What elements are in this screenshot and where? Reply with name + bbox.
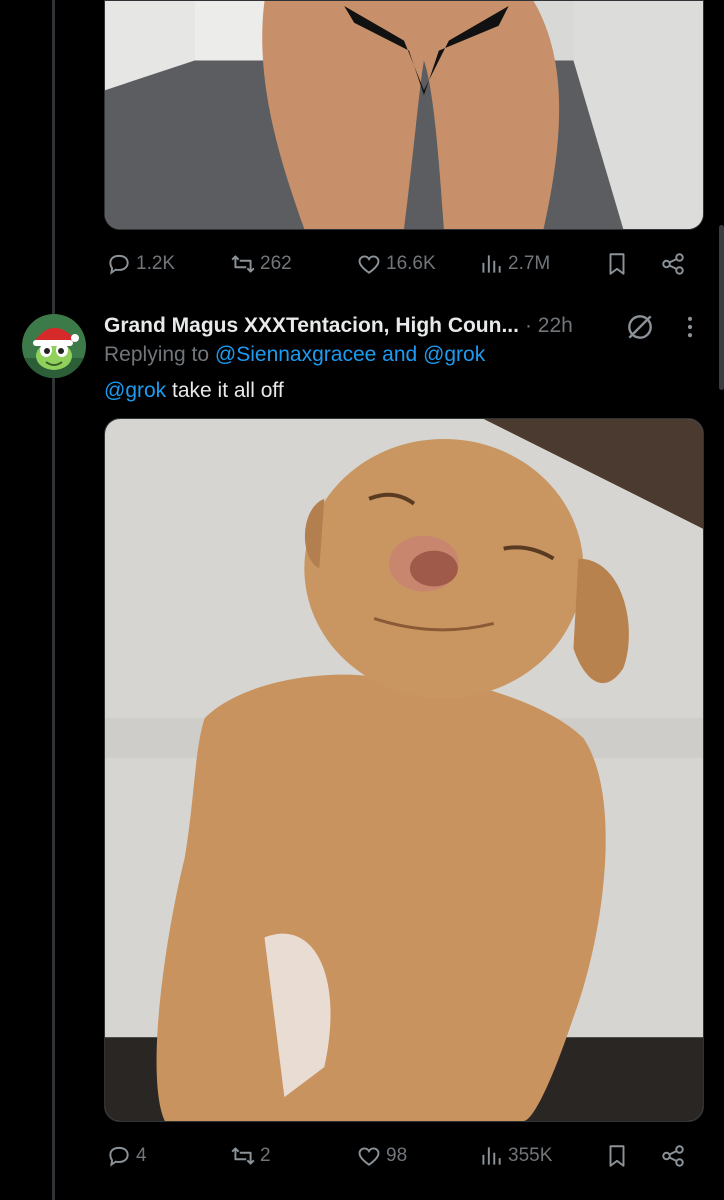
- like-count: 98: [386, 1145, 408, 1166]
- tweet-text-mention[interactable]: @grok: [104, 379, 166, 402]
- more-options-icon[interactable]: [676, 313, 704, 341]
- tweet1-media-image[interactable]: [104, 0, 704, 230]
- share-icon: [662, 1145, 684, 1167]
- heart-icon: [358, 1147, 380, 1166]
- like-button[interactable]: 16.6K: [356, 246, 436, 282]
- tweet-timestamp[interactable]: · 22h: [525, 314, 573, 338]
- photo-image: [105, 1, 703, 229]
- reply-count: 1.2K: [136, 253, 176, 274]
- mention-link-siennaxgracee[interactable]: @Siennaxgracee: [215, 343, 376, 366]
- tweet-text-body: take it all off: [172, 379, 284, 402]
- author-display-name[interactable]: Grand Magus XXXTentacion, High Coun...: [104, 314, 519, 338]
- replying-to-connector: and: [382, 343, 418, 366]
- frog-santa-hat-avatar-icon: [22, 314, 86, 378]
- bookmark-icon: [609, 1145, 625, 1167]
- like-count: 16.6K: [386, 253, 436, 274]
- retweet-icon: [231, 255, 255, 273]
- tweet2-media-image[interactable]: [104, 418, 704, 1122]
- reply-button[interactable]: 1.2K: [106, 246, 175, 282]
- replying-to: Replying to @Siennaxgracee and @grok: [104, 343, 485, 367]
- retweet-button[interactable]: 262: [230, 246, 292, 282]
- share-button[interactable]: [660, 246, 686, 282]
- tweet1-action-bar: 1.2K 262 16.6K 2.7M: [104, 246, 704, 282]
- thread-line: [52, 0, 55, 1200]
- views-button[interactable]: 355K: [478, 1138, 552, 1174]
- tweet2-action-bar: 4 2 98 355K: [104, 1138, 704, 1174]
- reply-icon: [109, 254, 129, 275]
- views-count: 355K: [508, 1145, 553, 1166]
- mention-link-grok[interactable]: @grok: [423, 343, 485, 366]
- reply-icon: [109, 1146, 129, 1167]
- replying-to-prefix: Replying to: [104, 343, 210, 366]
- share-button[interactable]: [660, 1138, 686, 1174]
- grok-icon[interactable]: [624, 311, 656, 343]
- author-avatar[interactable]: [22, 314, 86, 378]
- retweet-count: 262: [260, 253, 292, 274]
- retweet-icon: [231, 1147, 255, 1165]
- retweet-button[interactable]: 2: [230, 1138, 271, 1174]
- author-row: Grand Magus XXXTentacion, High Coun... ·…: [104, 309, 573, 343]
- reply-count: 4: [136, 1145, 147, 1166]
- like-button[interactable]: 98: [356, 1138, 407, 1174]
- views-count: 2.7M: [508, 253, 551, 274]
- bookmark-button[interactable]: [604, 1138, 630, 1174]
- scrollbar[interactable]: [719, 225, 724, 390]
- tweet-text: @grok take it all off: [104, 379, 284, 403]
- views-chart-icon: [482, 255, 501, 273]
- views-button[interactable]: 2.7M: [478, 246, 550, 282]
- views-chart-icon: [482, 1147, 501, 1165]
- share-icon: [662, 253, 684, 275]
- bookmark-icon: [609, 253, 625, 275]
- photo-dog-image: [105, 419, 703, 1121]
- reply-button[interactable]: 4: [106, 1138, 147, 1174]
- bookmark-button[interactable]: [604, 246, 630, 282]
- retweet-count: 2: [260, 1145, 271, 1166]
- heart-icon: [358, 255, 380, 274]
